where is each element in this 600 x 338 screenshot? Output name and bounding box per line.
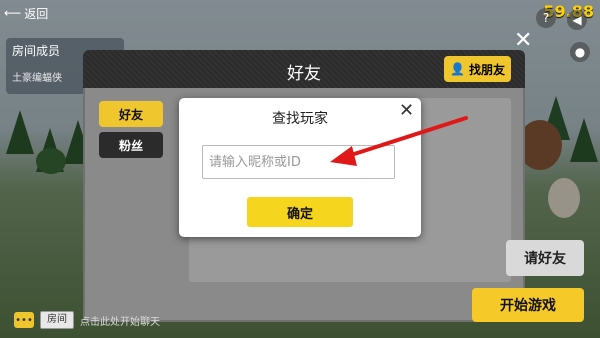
tab-fans[interactable]: 粉丝 — [99, 132, 163, 158]
invite-friend-button[interactable]: 请好友 — [506, 240, 584, 276]
find-friend-label: 找朋友 — [468, 62, 505, 77]
close-icon[interactable]: ✕ — [514, 28, 532, 53]
chat-bubble-icon[interactable]: ••• — [14, 312, 34, 328]
room-members-title: 房间成员 — [12, 44, 61, 58]
confirm-label: 确定 — [286, 206, 313, 222]
back-arrow-icon: ⟵ — [4, 6, 22, 20]
confirm-button[interactable]: 确定 — [247, 197, 353, 227]
chat-hint[interactable]: 点击此处开始聊天 — [80, 313, 160, 328]
start-game-button[interactable]: 开始游戏 — [472, 288, 584, 322]
add-user-icon: 👤 — [450, 62, 465, 76]
chat-channel-badge[interactable]: 房间 — [40, 311, 74, 329]
start-game-label: 开始游戏 — [500, 298, 556, 314]
member-name: 土豪编蝠侠 — [12, 73, 62, 84]
chat-bar[interactable]: ••• 房间 点击此处开始聊天 — [14, 308, 444, 332]
tab-friends[interactable]: 好友 — [99, 101, 163, 127]
help-icon[interactable]: ? — [536, 8, 556, 28]
dialog-close-icon[interactable]: ✕ — [399, 100, 414, 121]
find-friend-button[interactable]: 👤 找朋友 — [444, 56, 511, 82]
dialog-title: 查找玩家 — [272, 111, 328, 127]
back-label: 返回 — [24, 6, 49, 21]
back-button[interactable]: ⟵ 返回 — [4, 4, 48, 22]
microphone-icon[interactable]: ● — [570, 42, 590, 62]
nickname-id-input[interactable] — [202, 145, 395, 179]
find-player-dialog: 查找玩家 ✕ 确定 — [179, 98, 421, 237]
tab-friends-label: 好友 — [118, 107, 143, 122]
invite-friend-label: 请好友 — [524, 251, 566, 267]
tab-fans-label: 粉丝 — [118, 138, 143, 153]
speaker-icon[interactable]: ◀ — [567, 10, 587, 30]
